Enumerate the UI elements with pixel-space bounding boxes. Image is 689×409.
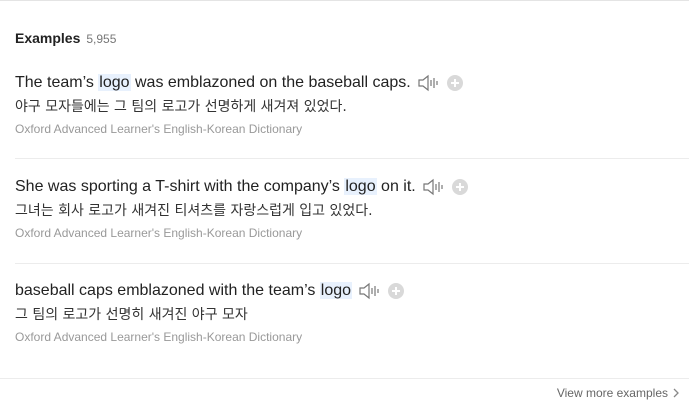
example-source: Oxford Advanced Learner's English-Korean… <box>15 330 303 344</box>
view-more-examples-link[interactable]: View more examples <box>557 386 680 400</box>
highlighted-word[interactable]: logo <box>98 74 131 91</box>
korean-translation: 그녀는 회사 로고가 새겨진 티셔츠를 자랑스럽게 입고 있었다. <box>15 203 373 219</box>
korean-translation: 그 팀의 로고가 선명히 새겨진 야구 모자 <box>15 307 248 323</box>
add-to-wordbook-button[interactable] <box>388 283 405 299</box>
examples-header: Examples 5,955 <box>15 30 116 46</box>
example-sentence-row: She was sporting a T-shirt with the comp… <box>15 176 689 198</box>
sentence-text: on it. <box>376 178 416 195</box>
example-source: Oxford Advanced Learner's English-Korean… <box>15 226 303 240</box>
speaker-icon[interactable] <box>422 178 444 196</box>
sentence-text: She was sporting a T-shirt with the comp… <box>15 178 345 195</box>
english-sentence: The team’s logo was emblazoned on the ba… <box>15 74 411 92</box>
add-to-wordbook-button[interactable] <box>446 75 463 91</box>
example-sentence-row: baseball caps emblazoned with the team’s… <box>15 280 689 302</box>
view-more-label: View more examples <box>556 386 668 400</box>
top-divider <box>0 0 689 1</box>
example-sentence-row: The team’s logo was emblazoned on the ba… <box>15 72 689 94</box>
example-item: The team’s logo was emblazoned on the ba… <box>15 72 689 136</box>
speaker-icon[interactable] <box>417 74 439 92</box>
examples-count: 5,955 <box>86 32 117 46</box>
sentence-text: was emblazoned on the baseball caps. <box>130 74 411 91</box>
sentence-text: baseball caps emblazoned with the team’s <box>15 282 320 299</box>
chevron-right-icon <box>673 388 679 398</box>
highlighted-word[interactable]: logo <box>319 282 353 299</box>
example-divider <box>15 263 689 264</box>
add-to-wordbook-button[interactable] <box>451 179 468 195</box>
korean-translation: 야구 모자들에는 그 팀의 로고가 선명하게 새겨져 있었다. <box>15 99 347 115</box>
example-source: Oxford Advanced Learner's English-Korean… <box>15 122 303 136</box>
example-item: She was sporting a T-shirt with the comp… <box>15 176 689 240</box>
examples-panel: Examples 5,955 The team’s logo was embla… <box>0 0 689 409</box>
highlighted-word[interactable]: logo <box>344 178 377 195</box>
examples-title: Examples <box>15 30 81 46</box>
example-divider <box>15 158 689 159</box>
footer-divider <box>0 378 689 379</box>
speaker-icon[interactable] <box>358 282 380 300</box>
example-item: baseball caps emblazoned with the team’s… <box>15 280 689 344</box>
english-sentence: baseball caps emblazoned with the team’s… <box>15 282 353 300</box>
sentence-text: The team’s <box>15 74 99 91</box>
english-sentence: She was sporting a T-shirt with the comp… <box>15 178 416 196</box>
